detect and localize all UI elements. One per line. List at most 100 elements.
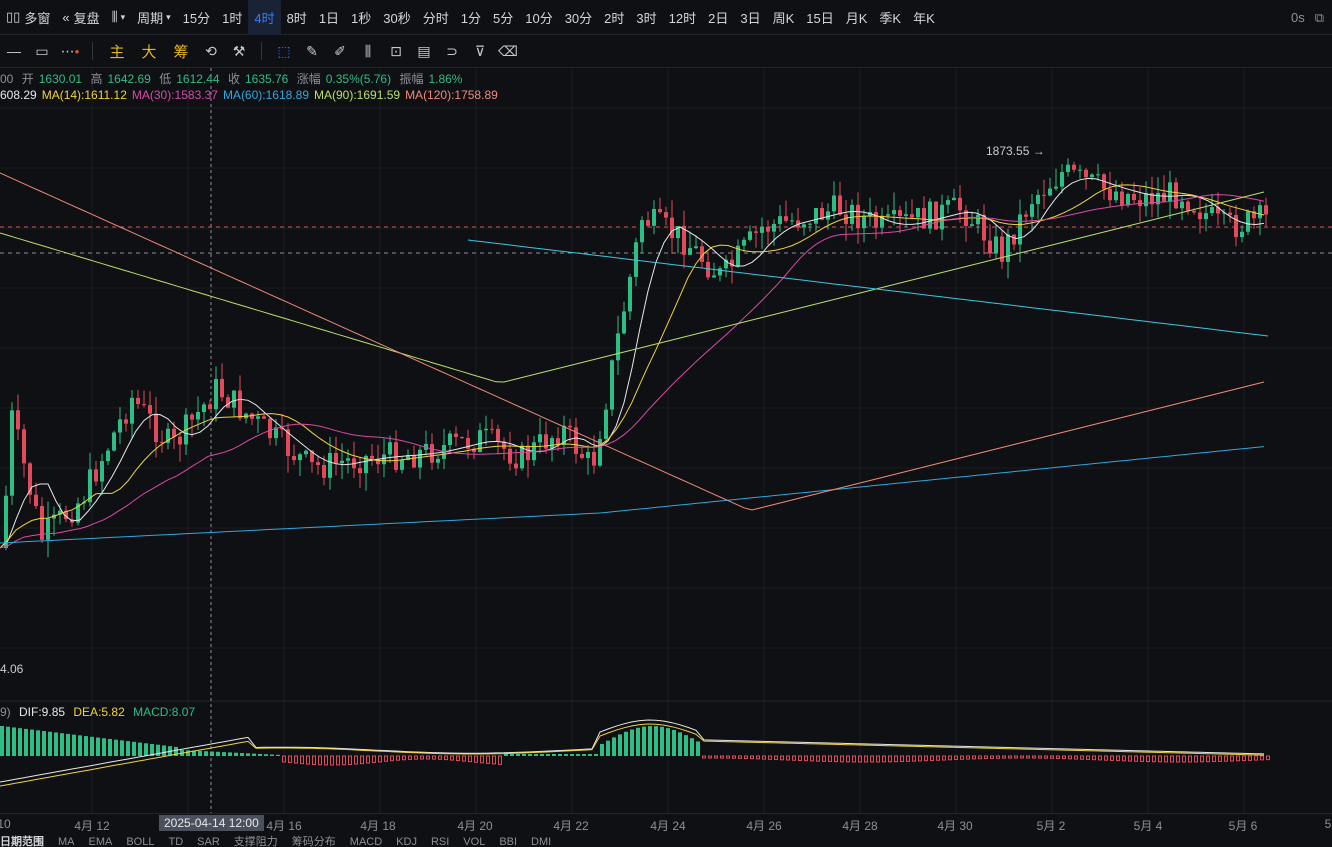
multi-window-button[interactable]: ▯▯ 多窗 bbox=[0, 0, 56, 35]
candle-body bbox=[652, 209, 656, 226]
brush-icon[interactable]: ✐ bbox=[326, 37, 354, 65]
macd-bar bbox=[948, 755, 952, 761]
indicator-big-button[interactable]: 大 bbox=[133, 37, 165, 65]
indicator-tab-12[interactable]: BBI bbox=[499, 836, 517, 847]
indicator-tab-7[interactable]: 筹码分布 bbox=[292, 836, 336, 847]
macd-bar bbox=[876, 755, 880, 763]
indicator-chips-button[interactable]: 筹 bbox=[165, 37, 197, 65]
interval-8[interactable]: 1分 bbox=[455, 0, 487, 35]
candle-body bbox=[976, 214, 980, 225]
chevron-down-icon: ▾ bbox=[120, 11, 126, 22]
macd-bar bbox=[1170, 755, 1174, 763]
interval-3[interactable]: 8时 bbox=[281, 0, 313, 35]
price-chart[interactable] bbox=[0, 68, 1332, 813]
interval-16[interactable]: 3日 bbox=[734, 0, 766, 35]
interval-15[interactable]: 2日 bbox=[702, 0, 734, 35]
interval-21[interactable]: 年K bbox=[907, 0, 941, 35]
ohlc-readout: 00 开 1630.01 高 1642.69 低 1612.44 收 1635.76 涨… bbox=[0, 72, 463, 86]
macd-bar bbox=[204, 751, 208, 756]
macd-bar bbox=[1122, 755, 1126, 762]
indicator-tab-1[interactable]: MA bbox=[58, 836, 75, 847]
macd-bar bbox=[678, 732, 682, 756]
macd-bar bbox=[798, 755, 802, 761]
macd-bar bbox=[1158, 755, 1162, 763]
interval-0[interactable]: 15分 bbox=[177, 0, 216, 35]
interval-1[interactable]: 1时 bbox=[216, 0, 248, 35]
trash-icon[interactable]: ⌫ bbox=[494, 37, 522, 65]
more-icon[interactable]: ⋯ ● bbox=[56, 37, 84, 65]
macd-bar bbox=[84, 736, 88, 756]
rectangle-icon[interactable]: ▭ bbox=[28, 37, 56, 65]
candle-body bbox=[850, 204, 854, 224]
interval-13[interactable]: 3时 bbox=[630, 0, 662, 35]
macd-bar bbox=[414, 755, 418, 760]
filter-icon[interactable]: ⊽ bbox=[466, 37, 494, 65]
indicator-tab-11[interactable]: VOL bbox=[463, 836, 485, 847]
interval-2[interactable]: 4时 bbox=[248, 0, 281, 35]
replay-button[interactable]: « 复盘 bbox=[56, 0, 105, 35]
macd-bar bbox=[546, 754, 550, 756]
interval-5[interactable]: 1秒 bbox=[345, 0, 377, 35]
camera-icon[interactable]: ⧉ bbox=[1315, 10, 1324, 26]
interval-6[interactable]: 30秒 bbox=[377, 0, 416, 35]
candle-body bbox=[448, 433, 452, 446]
candle-body bbox=[1240, 231, 1244, 238]
interval-9[interactable]: 5分 bbox=[487, 0, 519, 35]
candle-body bbox=[412, 454, 416, 468]
note-icon[interactable]: ▤ bbox=[410, 37, 438, 65]
macd-bar bbox=[6, 726, 10, 756]
refresh-icon[interactable]: ⟲ bbox=[197, 37, 225, 65]
ma-line-7 bbox=[0, 177, 1265, 549]
interval-4[interactable]: 1日 bbox=[313, 0, 345, 35]
indicator-tab-5[interactable]: SAR bbox=[197, 836, 220, 847]
indicator-tab-9[interactable]: KDJ bbox=[396, 836, 417, 847]
magnet-icon[interactable]: ⊃ bbox=[438, 37, 466, 65]
candle-body bbox=[1084, 169, 1088, 178]
interval-11[interactable]: 30分 bbox=[559, 0, 598, 35]
macd-bar bbox=[852, 755, 856, 763]
interval-12[interactable]: 2时 bbox=[598, 0, 630, 35]
pen-icon[interactable]: ✎ bbox=[298, 37, 326, 65]
tools-icon[interactable]: ⚒ bbox=[225, 37, 253, 65]
cursor-select-icon[interactable]: ⬚ bbox=[270, 37, 298, 65]
candle-body bbox=[544, 434, 548, 449]
indicator-tab-10[interactable]: RSI bbox=[431, 836, 449, 847]
macd-bar bbox=[732, 755, 736, 759]
horizontal-line-icon[interactable]: — bbox=[0, 37, 28, 65]
indicator-tab-6[interactable]: 支撑阻力 bbox=[234, 836, 278, 847]
interval-17[interactable]: 周K bbox=[767, 0, 801, 35]
period-dropdown[interactable]: 周期 ▾ bbox=[131, 0, 177, 35]
time-axis[interactable]: 5 5月 6 5月 4 5月 2 4月 30 4月 28 4月 26 4月 24 4月 22 4月… bbox=[0, 813, 1332, 833]
macd-bar bbox=[1236, 755, 1240, 762]
candle-body bbox=[1108, 188, 1112, 201]
interval-18[interactable]: 15日 bbox=[800, 0, 839, 35]
chart-type-button[interactable]: ⫼ ▾ bbox=[106, 0, 132, 35]
macd-bar bbox=[234, 752, 238, 756]
interval-20[interactable]: 季K bbox=[873, 0, 907, 35]
lock-icon[interactable]: ⊡ bbox=[382, 37, 410, 65]
interval-10[interactable]: 10分 bbox=[519, 0, 558, 35]
indicator-tab-13[interactable]: DMI bbox=[531, 836, 551, 847]
indicator-tab-2[interactable]: EMA bbox=[89, 836, 113, 847]
indicator-tab-0[interactable]: 日期范围 bbox=[0, 836, 44, 847]
indicator-main-button[interactable]: 主 bbox=[101, 37, 133, 65]
macd-bar bbox=[702, 755, 706, 759]
rewind-icon: « bbox=[62, 9, 70, 25]
macd-bar bbox=[240, 753, 244, 756]
indicator-tab-4[interactable]: TD bbox=[168, 836, 183, 847]
macd-bar bbox=[114, 739, 118, 756]
indicator-tab-3[interactable]: BOLL bbox=[126, 836, 154, 847]
macd-bar bbox=[396, 755, 400, 761]
macd-bar bbox=[1194, 755, 1198, 763]
macd-bar bbox=[708, 755, 712, 759]
ma-value-0: 608.29 bbox=[0, 88, 37, 102]
interval-14[interactable]: 12时 bbox=[663, 0, 702, 35]
indicator-tab-8[interactable]: MACD bbox=[350, 836, 382, 847]
macd-bar bbox=[1032, 755, 1036, 759]
interval-7[interactable]: 分时 bbox=[417, 0, 455, 35]
interval-19[interactable]: 月K bbox=[840, 0, 874, 35]
candlestick-icon: ⫼ bbox=[111, 9, 118, 24]
macd-bar bbox=[1140, 755, 1144, 762]
candle-body bbox=[22, 429, 26, 464]
bars-icon[interactable]: ⫼ bbox=[354, 37, 382, 65]
